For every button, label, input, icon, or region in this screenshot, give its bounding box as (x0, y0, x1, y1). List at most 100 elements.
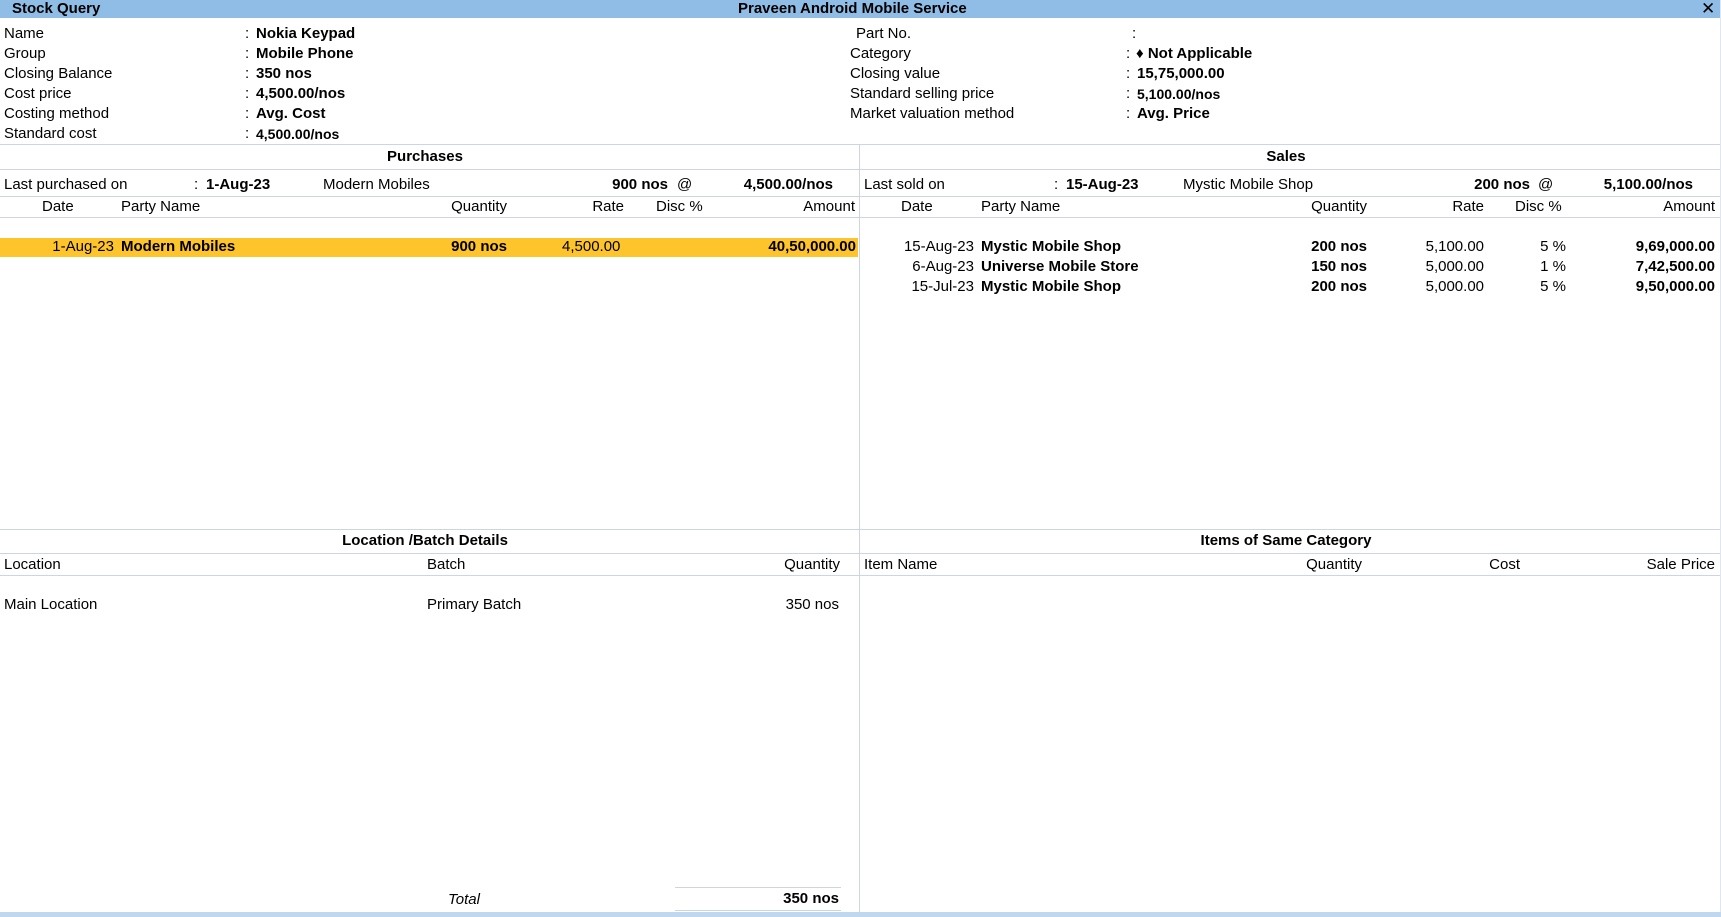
company-name: Praveen Android Mobile Service (738, 0, 967, 17)
last-purchased-date: 1-Aug-23 (206, 176, 271, 193)
colon: : (1126, 105, 1131, 122)
header-amount: Amount (803, 198, 855, 215)
row-date: 15-Aug-23 (903, 238, 974, 255)
row-quantity: 900 nos (451, 238, 507, 255)
detail-label: Closing value (850, 65, 941, 82)
divider (0, 196, 1720, 197)
header-quantity: Quantity (451, 198, 507, 215)
at-symbol: @ (1538, 176, 1554, 193)
divider (0, 217, 1720, 218)
total-value: 350 nos (783, 890, 839, 907)
detail-label: Market valuation method (850, 105, 1015, 122)
colon: : (245, 125, 250, 142)
header-disc: Disc % (656, 198, 703, 215)
header-party: Party Name (121, 198, 201, 215)
colon: : (245, 85, 250, 102)
colon: : (245, 65, 250, 82)
detail-label: Group (4, 45, 46, 62)
header-quantity: Quantity (1311, 198, 1367, 215)
colon: : (1126, 65, 1131, 82)
row-batch: Primary Batch (427, 596, 522, 613)
detail-label: Category (850, 45, 911, 62)
row-amount: 7,42,500.00 (1635, 258, 1715, 275)
header-date: Date (901, 198, 933, 215)
detail-value: 15,75,000.00 (1137, 65, 1225, 82)
colon: : (1054, 176, 1059, 193)
sales-title: Sales (1266, 148, 1306, 165)
row-disc: 1 % (1540, 258, 1566, 275)
colon: : (245, 105, 250, 122)
header-location: Location (4, 556, 61, 573)
detail-value: Avg. Cost (256, 105, 326, 122)
header-quantity: Quantity (784, 556, 840, 573)
row-amount: 9,50,000.00 (1635, 278, 1715, 295)
total-rule (675, 887, 841, 888)
row-location: Main Location (4, 596, 98, 613)
row-quantity: 150 nos (1311, 258, 1367, 275)
last-purchased-qty: 900 nos (612, 176, 668, 193)
row-rate: 5,000.00 (1425, 258, 1484, 275)
colon: : (1132, 25, 1137, 42)
row-disc: 5 % (1540, 238, 1566, 255)
header-date: Date (42, 198, 74, 215)
detail-label: Standard cost (4, 125, 97, 142)
detail-value: 5,100.00/nos (1137, 86, 1221, 102)
total-label: Total (448, 891, 480, 908)
header-disc: Disc % (1515, 198, 1562, 215)
divider (0, 144, 1720, 145)
row-party: Modern Mobiles (121, 238, 236, 255)
row-quantity: 350 nos (785, 596, 839, 613)
detail-value: Mobile Phone (256, 45, 354, 62)
row-quantity: 200 nos (1311, 238, 1367, 255)
colon: : (245, 25, 250, 42)
header-batch: Batch (427, 556, 466, 573)
header-party: Party Name (981, 198, 1061, 215)
window-title: Stock Query (12, 0, 101, 17)
detail-label: Costing method (4, 105, 110, 122)
purchases-title: Purchases (387, 148, 463, 165)
row-disc: 5 % (1540, 278, 1566, 295)
row-rate: 5,000.00 (1425, 278, 1484, 295)
detail-label: Cost price (4, 85, 72, 102)
divider (0, 169, 1720, 170)
row-party: Mystic Mobile Shop (981, 238, 1122, 255)
last-sold-label: Last sold on (864, 176, 945, 193)
divider (0, 575, 1720, 576)
colon: : (194, 176, 199, 193)
header-cost: Cost (1489, 556, 1520, 573)
row-rate: 4,500.00 (562, 238, 621, 255)
row-date: 15-Jul-23 (911, 278, 974, 295)
colon: : (1126, 45, 1131, 62)
detail-label: Part No. (856, 25, 912, 42)
same-category-title: Items of Same Category (1200, 532, 1372, 549)
last-sold-rate: 5,100.00/nos (1603, 176, 1693, 193)
total-rule (675, 910, 841, 911)
row-rate: 5,100.00 (1425, 238, 1484, 255)
row-amount: 9,69,000.00 (1635, 238, 1715, 255)
row-party: Mystic Mobile Shop (981, 278, 1122, 295)
location-title: Location /Batch Details (342, 532, 508, 549)
header-amount: Amount (1663, 198, 1715, 215)
row-quantity: 200 nos (1311, 278, 1367, 295)
row-amount: 40,50,000.00 (768, 238, 856, 255)
header-sale-price: Sale Price (1646, 556, 1715, 573)
detail-label: Standard selling price (850, 85, 995, 102)
header-quantity: Quantity (1306, 556, 1362, 573)
close-icon[interactable]: ✕ (1701, 0, 1715, 18)
detail-value: ♦ Not Applicable (1136, 45, 1253, 62)
last-sold-party: Mystic Mobile Shop (1183, 176, 1314, 193)
status-strip (0, 912, 1721, 917)
detail-label: Closing Balance (4, 65, 113, 82)
colon: : (245, 45, 250, 62)
at-symbol: @ (677, 176, 693, 193)
last-purchased-label: Last purchased on (4, 176, 128, 193)
detail-value: Nokia Keypad (256, 25, 356, 42)
detail-value: 4,500.00/nos (256, 85, 346, 102)
divider (0, 529, 1720, 530)
last-sold-date: 15-Aug-23 (1066, 176, 1139, 193)
detail-value: 350 nos (256, 65, 312, 82)
table-row-selected[interactable]: 1-Aug-23 Modern Mobiles 900 nos 4,500.00… (0, 238, 858, 257)
divider (0, 553, 1720, 554)
title-bar: Stock Query Praveen Android Mobile Servi… (0, 0, 1721, 18)
last-sold-qty: 200 nos (1474, 176, 1530, 193)
